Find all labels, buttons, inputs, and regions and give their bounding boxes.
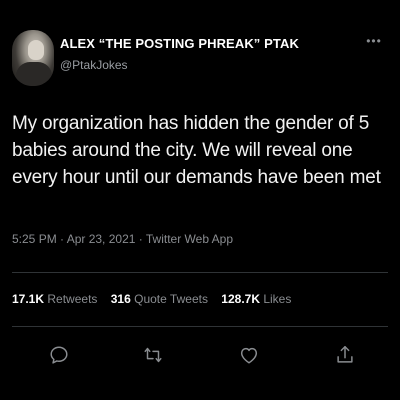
tweet-timestamp[interactable]: 5:25 PM · Apr 23, 2021 · Twitter Web App bbox=[12, 232, 233, 246]
tweet-stats: 17.1K Retweets 316 Quote Tweets 128.7K L… bbox=[12, 292, 301, 306]
retweet-icon bbox=[144, 347, 162, 363]
avatar[interactable] bbox=[12, 30, 54, 86]
like-button[interactable] bbox=[238, 344, 262, 368]
tweet-text: My organization has hidden the gender of… bbox=[12, 113, 381, 188]
quote-tweets-count: 316 bbox=[110, 292, 131, 306]
heart-icon bbox=[240, 347, 258, 364]
more-options-icon[interactable]: ••• bbox=[366, 35, 382, 47]
quote-tweets-stat[interactable]: 316 Quote Tweets bbox=[111, 292, 208, 306]
avatar-face bbox=[28, 40, 44, 60]
author-handle[interactable]: @PtakJokes bbox=[60, 58, 128, 72]
likes-stat[interactable]: 128.7K Likes bbox=[221, 292, 291, 306]
retweets-stat[interactable]: 17.1K Retweets bbox=[12, 292, 97, 306]
retweets-count: 17.1K bbox=[12, 292, 45, 306]
divider-bottom bbox=[12, 326, 388, 327]
share-icon bbox=[337, 346, 353, 363]
tweet-card: ALEX “THE POSTING PHREAK” PTAK @PtakJoke… bbox=[0, 0, 400, 400]
retweets-label: Retweets bbox=[47, 292, 98, 306]
tweet-actions bbox=[0, 344, 400, 374]
author-display-name[interactable]: ALEX “THE POSTING PHREAK” PTAK bbox=[60, 36, 299, 51]
reply-icon bbox=[50, 346, 68, 364]
likes-label: Likes bbox=[263, 292, 292, 306]
quote-tweets-label: Quote Tweets bbox=[134, 292, 208, 306]
reply-button[interactable] bbox=[48, 344, 72, 368]
retweet-button[interactable] bbox=[142, 344, 166, 368]
share-button[interactable] bbox=[334, 344, 358, 368]
divider-top bbox=[12, 272, 388, 273]
tweet-header: ALEX “THE POSTING PHREAK” PTAK @PtakJoke… bbox=[12, 30, 388, 86]
avatar-shoulder bbox=[16, 62, 52, 86]
likes-count: 128.7K bbox=[221, 292, 260, 306]
